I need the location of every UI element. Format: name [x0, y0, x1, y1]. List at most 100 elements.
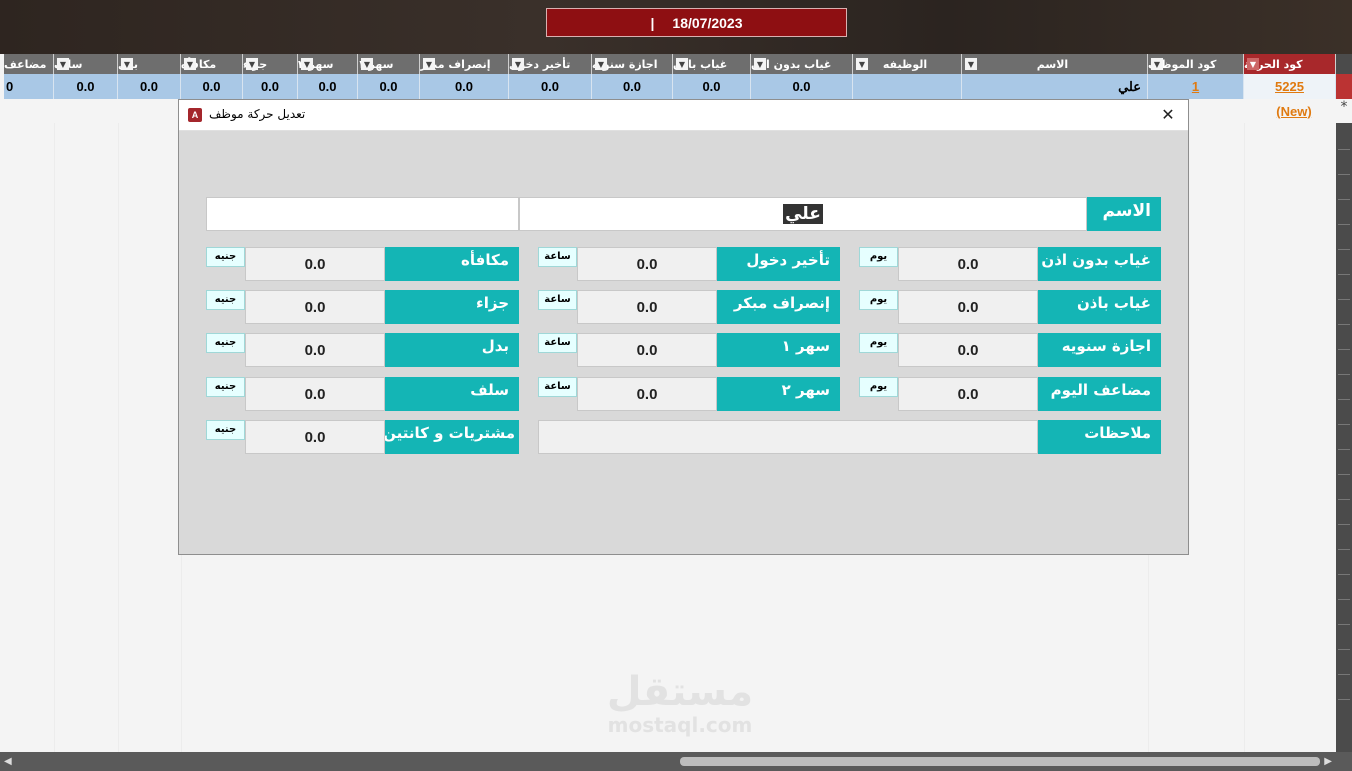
- close-icon[interactable]: ✕: [1156, 102, 1180, 126]
- col-advances[interactable]: ▼سلف: [54, 54, 118, 74]
- early-leave-field[interactable]: 0.0: [577, 290, 717, 324]
- late-arrival-field[interactable]: 0.0: [577, 247, 717, 281]
- col-absence-with-permission[interactable]: ▼ غياب باذن: [673, 54, 751, 74]
- dropdown-arrow-icon[interactable]: ▼: [57, 58, 69, 70]
- notes-label: ملاحظات: [1038, 420, 1161, 454]
- col-movement-code[interactable]: ▼ كود الحركة: [1244, 54, 1336, 74]
- col-penalty[interactable]: ▼جزاء: [243, 54, 298, 74]
- absence-no-permission-field[interactable]: 0.0: [898, 247, 1038, 281]
- cell-early-leave[interactable]: 0.0: [420, 74, 509, 99]
- dropdown-arrow-icon[interactable]: ▼: [965, 58, 977, 70]
- col-employee-code[interactable]: ▼ كود الموظف: [1148, 54, 1244, 74]
- col-late-arrival[interactable]: ▼ تأخير دخول: [509, 54, 592, 74]
- col-bonus[interactable]: ▼ مكافأه: [181, 54, 243, 74]
- watermark-main: مستقل: [606, 669, 754, 715]
- bonus-field[interactable]: 0.0: [245, 247, 385, 281]
- selector-tick: [1338, 224, 1350, 225]
- dropdown-arrow-icon[interactable]: ▼: [595, 58, 607, 70]
- unit-pound-label: جنيه: [206, 420, 245, 440]
- col-annual-leave[interactable]: ▼ اجازة سنويه: [592, 54, 673, 74]
- cell-job[interactable]: [853, 74, 962, 99]
- dropdown-arrow-icon[interactable]: ▼: [184, 58, 196, 70]
- unit-pound-label: جنيه: [206, 333, 245, 353]
- cell-employee-code[interactable]: 1: [1148, 74, 1244, 99]
- dropdown-arrow-icon[interactable]: ▼: [512, 58, 524, 70]
- column-header-row: ▼ كود الحركة ▼ كود الموظف ▼ الاسم ▼ الوظيفه …: [4, 54, 1336, 74]
- dropdown-arrow-icon[interactable]: ▼: [246, 58, 258, 70]
- cell-double-day[interactable]: 0: [4, 74, 54, 99]
- dialog-titlebar[interactable]: A تعديل حركة موظف ✕: [179, 100, 1188, 131]
- annual-leave-label: اجازة سنويه: [1038, 333, 1161, 367]
- selector-tick: [1338, 374, 1350, 375]
- cell-penalty[interactable]: 0.0: [243, 74, 298, 99]
- selector-tick: [1338, 299, 1350, 300]
- dropdown-arrow-icon[interactable]: ▼: [361, 58, 373, 70]
- unit-day-label: يوم: [859, 377, 898, 397]
- dropdown-arrow-icon[interactable]: ▼: [121, 58, 133, 70]
- cell-overtime1[interactable]: 0.0: [358, 74, 420, 99]
- cell-overtime2[interactable]: 0.0: [298, 74, 358, 99]
- col-double-day[interactable]: مضاعف: [4, 54, 54, 74]
- cell-bonus[interactable]: 0.0: [181, 74, 243, 99]
- scrollbar-thumb[interactable]: [680, 757, 1320, 766]
- col-absence-no-permission[interactable]: ▼ غياب بدون اذن: [751, 54, 853, 74]
- cell-allowance[interactable]: 0.0: [118, 74, 181, 99]
- cell-movement-code[interactable]: 5225: [1244, 74, 1336, 99]
- name-extra-field[interactable]: [206, 197, 519, 231]
- penalty-field[interactable]: 0.0: [245, 290, 385, 324]
- dialog-title: تعديل حركة موظف: [209, 107, 306, 121]
- overtime2-field[interactable]: 0.0: [577, 377, 717, 411]
- col-job[interactable]: ▼ الوظيفه: [853, 54, 962, 74]
- selector-tick: [1338, 399, 1350, 400]
- selector-tick: [1338, 574, 1350, 575]
- edit-employee-movement-dialog: A تعديل حركة موظف ✕ الاسم علي غياب بدون …: [178, 99, 1189, 555]
- annual-leave-field[interactable]: 0.0: [898, 333, 1038, 367]
- double-day-field[interactable]: 0.0: [898, 377, 1038, 411]
- unit-day-label: يوم: [859, 247, 898, 267]
- absence-no-permission-label: غياب بدون اذن: [1038, 247, 1161, 281]
- dropdown-arrow-icon[interactable]: ▼: [1247, 58, 1259, 70]
- advances-field[interactable]: 0.0: [245, 377, 385, 411]
- purchases-field[interactable]: 0.0: [245, 420, 385, 454]
- col-overtime1[interactable]: ▼سهر ١: [358, 54, 420, 74]
- col-overtime2[interactable]: ▼سهر ٢: [298, 54, 358, 74]
- cell-advances[interactable]: 0.0: [54, 74, 118, 99]
- cell-annual-leave[interactable]: 0.0: [592, 74, 673, 99]
- dropdown-arrow-icon[interactable]: ▼: [301, 58, 313, 70]
- absence-with-permission-label: غياب باذن: [1038, 290, 1161, 324]
- absence-with-permission-field[interactable]: 0.0: [898, 290, 1038, 324]
- purchases-label: مشتريات و كانتين: [385, 420, 519, 454]
- dropdown-arrow-icon[interactable]: ▼: [856, 58, 868, 70]
- unit-day-label: يوم: [859, 290, 898, 310]
- col-name[interactable]: ▼ الاسم: [962, 54, 1148, 74]
- cell-absence-no-permission[interactable]: 0.0: [751, 74, 853, 99]
- cell-absence-with-permission[interactable]: 0.0: [673, 74, 751, 99]
- dropdown-arrow-icon[interactable]: ▼: [423, 58, 435, 70]
- col-allowance[interactable]: ▼بدل: [118, 54, 181, 74]
- current-record-selector[interactable]: [1336, 74, 1352, 99]
- new-record-link[interactable]: (New): [1248, 99, 1340, 123]
- new-record-icon[interactable]: *: [1336, 99, 1352, 123]
- name-field[interactable]: علي: [519, 197, 1087, 231]
- horizontal-scrollbar[interactable]: ◀ ▶: [0, 752, 1352, 771]
- selector-tick: [1338, 199, 1350, 200]
- table-row[interactable]: 5225 1 علي 0.0 0.0 0.0 0.0 0.0 0.0 0.0 0…: [4, 74, 1336, 99]
- col-early-leave[interactable]: ▼ إنصراف مبكر: [420, 54, 509, 74]
- cell-name[interactable]: علي: [962, 74, 1148, 99]
- current-date: 18/07/2023: [672, 14, 743, 31]
- dropdown-arrow-icon[interactable]: ▼: [676, 58, 688, 70]
- dropdown-arrow-icon[interactable]: ▼: [754, 58, 766, 70]
- selector-tick: [1338, 149, 1350, 150]
- scroll-left-icon[interactable]: ◀: [4, 756, 12, 767]
- overtime1-field[interactable]: 0.0: [577, 333, 717, 367]
- cell-late-arrival[interactable]: 0.0: [509, 74, 592, 99]
- dropdown-arrow-icon[interactable]: ▼: [1151, 58, 1163, 70]
- record-selector-column[interactable]: *: [1336, 54, 1352, 754]
- selector-tick: [1338, 649, 1350, 650]
- allowance-field[interactable]: 0.0: [245, 333, 385, 367]
- notes-field[interactable]: [538, 420, 1038, 454]
- unit-hour-label: ساعة: [538, 333, 577, 353]
- scroll-right-icon[interactable]: ▶: [1324, 756, 1332, 767]
- watermark: مستقل mostaql.com: [590, 670, 770, 736]
- name-label: الاسم: [1087, 197, 1161, 231]
